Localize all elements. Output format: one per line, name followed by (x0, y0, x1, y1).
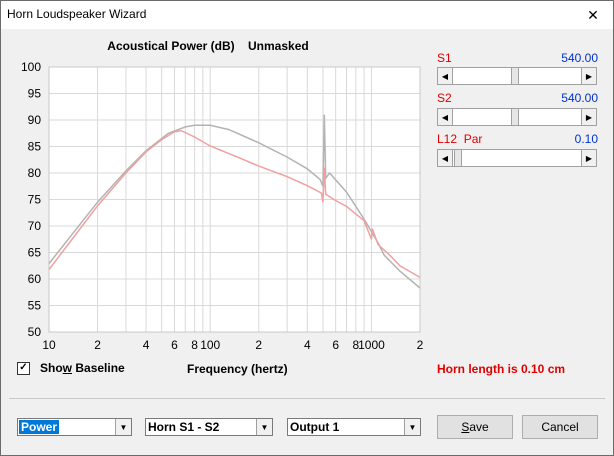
show-baseline-row[interactable]: ✓ Show Baseline (17, 361, 125, 375)
x-tick-label: 2 (255, 338, 262, 352)
chevron-down-icon[interactable]: ▼ (404, 419, 420, 435)
l12-thumb[interactable] (454, 149, 462, 167)
wizard-window: Horn Loudspeaker Wizard ✕ Acoustical Pow… (0, 0, 614, 456)
x-tick-label: 10 (42, 338, 56, 352)
y-tick-label: 60 (28, 272, 42, 286)
y-tick-label: 80 (28, 166, 42, 180)
x-tick-label: 6 (332, 338, 339, 352)
y-tick-label: 100 (21, 60, 41, 74)
show-baseline-label: Show Baseline (40, 361, 125, 375)
s1-thumb[interactable] (510, 67, 519, 85)
quantity-value: Power (19, 420, 60, 434)
s2-label: S2 (437, 91, 452, 105)
s2-value: 540.00 (561, 91, 598, 105)
s2-left-arrow-icon[interactable]: ◀ (437, 108, 453, 126)
l12-left-arrow-icon[interactable]: ◀ (437, 149, 453, 167)
s1-slider[interactable]: ◀ ▶ (437, 67, 597, 85)
l12-label: L12 Par (437, 132, 482, 146)
y-tick-label: 55 (28, 299, 42, 313)
save-label: Save (461, 420, 489, 434)
l12-slider[interactable]: ◀ ▶ (437, 149, 597, 167)
horn-value: Horn S1 - S2 (148, 420, 220, 434)
chevron-down-icon[interactable]: ▼ (115, 419, 131, 435)
x-tick-label: 8 (191, 338, 198, 352)
s1-label: S1 (437, 51, 452, 65)
horn-length-text: Horn length is 0.10 cm (437, 362, 566, 376)
chevron-down-icon[interactable]: ▼ (256, 419, 272, 435)
y-tick-label: 90 (28, 113, 42, 127)
l12-name: L12 (437, 132, 458, 146)
divider (9, 398, 605, 399)
y-tick-label: 70 (28, 219, 42, 233)
x-axis-label: Frequency (hertz) (187, 362, 288, 376)
save-button[interactable]: Save (437, 415, 513, 439)
y-tick-label: 75 (28, 193, 42, 207)
x-tick-label: 4 (304, 338, 311, 352)
y-tick-label: 95 (28, 87, 42, 101)
l12-right-arrow-icon[interactable]: ▶ (581, 149, 597, 167)
show-baseline-checkbox[interactable]: ✓ (17, 361, 30, 375)
y-tick-label: 85 (28, 140, 42, 154)
y-tick-label: 50 (28, 325, 42, 339)
output-value: Output 1 (290, 420, 340, 434)
x-tick-label: 6 (171, 338, 178, 352)
x-tick-label: 1000 (358, 338, 385, 352)
power-chart: 5055606570758085909510010 2 4 6 8 100 2 4 6 81000… (21, 60, 424, 352)
horn-select[interactable]: Horn S1 - S2 ▼ (145, 418, 273, 436)
x-tick-label: 2 (94, 338, 101, 352)
x-tick-label: 4 (143, 338, 150, 352)
l12-mode: Par (463, 132, 483, 146)
s2-slider[interactable]: ◀ ▶ (437, 108, 597, 126)
cancel-button[interactable]: Cancel (522, 415, 598, 439)
s2-right-arrow-icon[interactable]: ▶ (581, 108, 597, 126)
y-tick-label: 65 (28, 246, 42, 260)
s1-right-arrow-icon[interactable]: ▶ (581, 67, 597, 85)
x-tick-label: 100 (200, 338, 220, 352)
s1-left-arrow-icon[interactable]: ◀ (437, 67, 453, 85)
x-tick-label: 2 (417, 338, 424, 352)
s2-thumb[interactable] (510, 108, 519, 126)
output-select[interactable]: Output 1 ▼ (287, 418, 421, 436)
l12-value: 0.10 (574, 132, 598, 146)
s1-value: 540.00 (561, 51, 598, 65)
quantity-select[interactable]: Power ▼ (17, 418, 132, 436)
l12-track[interactable] (453, 149, 581, 167)
